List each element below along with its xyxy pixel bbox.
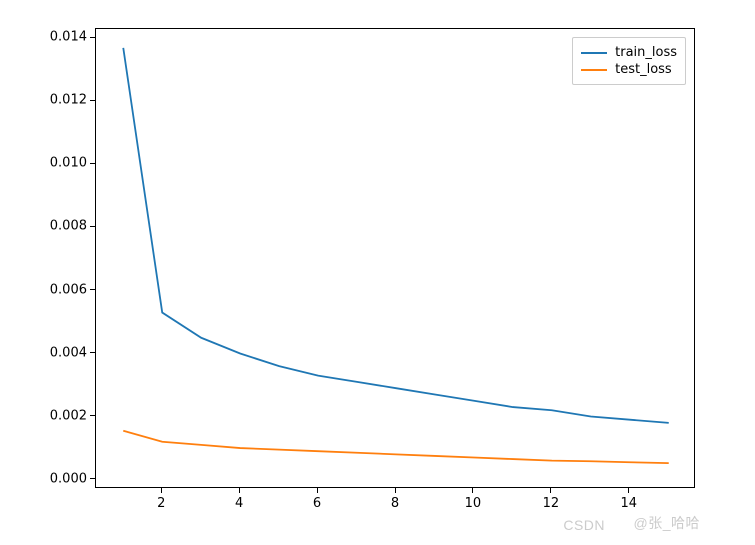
legend-swatch-train-loss	[581, 52, 607, 54]
x-tick-label: 2	[157, 496, 165, 511]
legend-item-test-loss: test_loss	[581, 61, 677, 78]
y-tick-label: 0.010	[47, 156, 87, 171]
y-tick-label: 0.006	[47, 282, 87, 297]
x-tick-label: 14	[620, 496, 637, 511]
x-tick-mark	[472, 488, 473, 493]
y-tick-label: 0.004	[47, 345, 87, 360]
legend-label: test_loss	[615, 62, 672, 77]
x-tick-label: 8	[391, 496, 399, 511]
y-tick-mark	[90, 226, 95, 227]
y-tick-label: 0.014	[47, 30, 87, 45]
legend: train_loss test_loss	[572, 37, 686, 85]
x-tick-mark	[161, 488, 162, 493]
x-tick-mark	[550, 488, 551, 493]
legend-label: train_loss	[615, 45, 677, 60]
y-tick-label: 0.002	[47, 408, 87, 423]
x-tick-label: 6	[313, 496, 321, 511]
y-tick-label: 0.008	[47, 219, 87, 234]
watermark-right: @张_哈哈	[634, 513, 701, 533]
chart-lines-svg	[96, 29, 696, 489]
y-tick-mark	[90, 352, 95, 353]
y-tick-mark	[90, 100, 95, 101]
train-loss-line	[123, 48, 668, 423]
watermark-left: CSDN	[563, 517, 605, 533]
x-tick-label: 10	[465, 496, 482, 511]
legend-item-train-loss: train_loss	[581, 44, 677, 61]
plot-area: train_loss test_loss	[95, 28, 695, 488]
x-tick-mark	[395, 488, 396, 493]
y-tick-mark	[90, 478, 95, 479]
x-tick-label: 12	[543, 496, 560, 511]
x-tick-mark	[317, 488, 318, 493]
y-tick-mark	[90, 289, 95, 290]
y-tick-label: 0.012	[47, 93, 87, 108]
x-tick-mark	[239, 488, 240, 493]
y-tick-mark	[90, 415, 95, 416]
chart-container: train_loss test_loss 2 4 6 8 10 12 14 0.000 0.0…	[0, 0, 755, 545]
x-tick-label: 4	[235, 496, 243, 511]
y-tick-mark	[90, 37, 95, 38]
y-tick-mark	[90, 163, 95, 164]
legend-swatch-test-loss	[581, 69, 607, 71]
x-tick-mark	[628, 488, 629, 493]
test-loss-line	[123, 431, 668, 463]
y-tick-label: 0.000	[47, 471, 87, 486]
